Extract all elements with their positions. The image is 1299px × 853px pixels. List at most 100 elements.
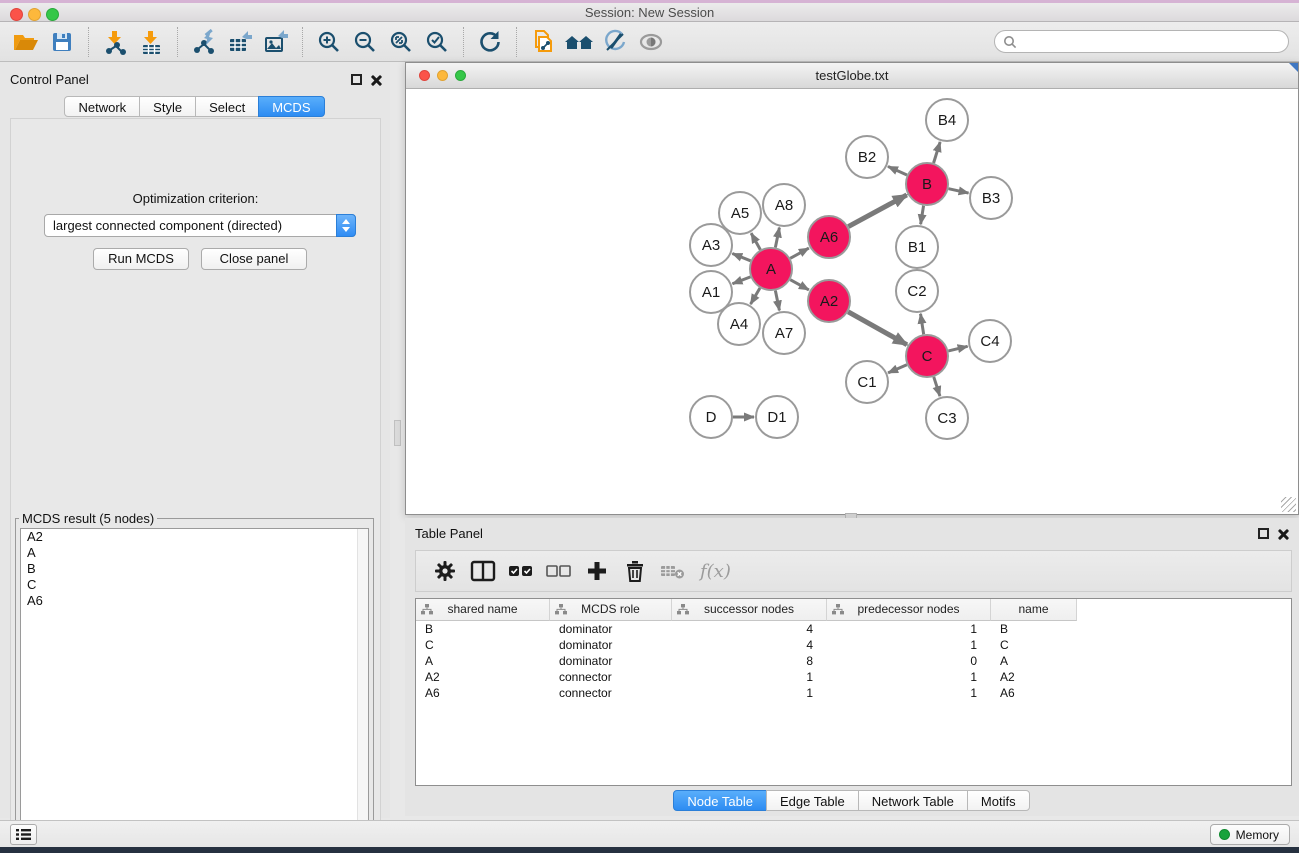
table-cell[interactable]: connector (550, 669, 672, 685)
graph-edge-A-A5[interactable] (751, 233, 760, 250)
table-cell[interactable]: B (416, 621, 550, 637)
eye-button[interactable] (633, 25, 669, 59)
graph-node-A4[interactable]: A4 (718, 303, 760, 345)
run-mcds-button[interactable]: Run MCDS (93, 248, 189, 270)
export-table-button[interactable] (222, 25, 258, 59)
open-session-button[interactable] (8, 25, 44, 59)
table-row[interactable]: Cdominator41C (416, 637, 1291, 653)
tab-network[interactable]: Network (64, 96, 140, 117)
save-session-button[interactable] (44, 25, 80, 59)
table-row[interactable]: A6connector11A6 (416, 685, 1291, 701)
close-panel-button[interactable] (370, 74, 382, 86)
node-table[interactable]: shared nameMCDS rolesuccessor nodesprede… (415, 598, 1292, 786)
tab-node-table[interactable]: Node Table (673, 790, 767, 811)
zoom-out-button[interactable] (347, 25, 383, 59)
graph-node-A7[interactable]: A7 (763, 312, 805, 354)
table-cell[interactable]: A6 (416, 685, 550, 701)
network-canvas[interactable]: B4B2BB3A5A8A6A3B1AA1C2A2A4A7C4CC1C3DD1 (407, 89, 1297, 513)
graph-node-B[interactable]: B (906, 163, 948, 205)
graph-edge-B-B1[interactable] (921, 206, 924, 225)
graph-edge-A-A8[interactable] (775, 228, 779, 248)
graph-node-C3[interactable]: C3 (926, 397, 968, 439)
column-header-shared-name[interactable]: shared name (416, 599, 550, 621)
mcds-result-list[interactable]: A2ABCA6 (20, 528, 369, 846)
graph-node-C2[interactable]: C2 (896, 270, 938, 312)
graph-edge-A-A2[interactable] (790, 280, 809, 290)
delete-table-button[interactable] (656, 554, 690, 588)
table-cell[interactable]: A (416, 653, 550, 669)
table-cell[interactable]: dominator (550, 653, 672, 669)
close-panel-button-2[interactable]: Close panel (201, 248, 307, 270)
graph-node-B1[interactable]: B1 (896, 226, 938, 268)
network-graph[interactable]: B4B2BB3A5A8A6A3B1AA1C2A2A4A7C4CC1C3DD1 (407, 89, 1297, 513)
graph-node-C1[interactable]: C1 (846, 361, 888, 403)
tab-motifs[interactable]: Motifs (967, 790, 1030, 811)
table-cell[interactable]: 1 (827, 637, 991, 653)
mcds-result-item[interactable]: B (21, 561, 368, 577)
add-row-button[interactable] (580, 554, 614, 588)
vertical-split-handle[interactable] (394, 420, 401, 446)
graph-edge-C-C4[interactable] (948, 346, 967, 351)
graph-edge-B-B3[interactable] (948, 189, 968, 193)
table-columns-button[interactable] (466, 554, 500, 588)
column-header-successor-nodes[interactable]: successor nodes (672, 599, 827, 621)
table-cell[interactable]: 0 (827, 653, 991, 669)
table-cell[interactable]: C (991, 637, 1077, 653)
export-network-button[interactable] (186, 25, 222, 59)
column-header-mcds-role[interactable]: MCDS role (550, 599, 672, 621)
table-cell[interactable]: B (991, 621, 1077, 637)
tab-edge-table[interactable]: Edge Table (766, 790, 859, 811)
delete-row-button[interactable] (618, 554, 652, 588)
graph-node-C[interactable]: C (906, 335, 948, 377)
table-row[interactable]: A2connector11A2 (416, 669, 1291, 685)
deselect-all-checkboxes-button[interactable] (542, 554, 576, 588)
table-cell[interactable]: dominator (550, 637, 672, 653)
close-table-panel-button[interactable] (1277, 528, 1289, 540)
select-all-checkboxes-button[interactable] (504, 554, 538, 588)
graph-edge-A6-B[interactable] (848, 195, 906, 227)
graph-edge-A-A3[interactable] (732, 254, 750, 261)
table-row[interactable]: Bdominator41B (416, 621, 1291, 637)
graph-edge-A-A1[interactable] (732, 277, 750, 284)
table-cell[interactable]: connector (550, 685, 672, 701)
tab-select[interactable]: Select (195, 96, 259, 117)
import-network-button[interactable] (97, 25, 133, 59)
table-cell[interactable]: 8 (672, 653, 827, 669)
hide-graphics-details-button[interactable] (597, 25, 633, 59)
table-settings-button[interactable] (428, 554, 462, 588)
graph-node-A[interactable]: A (750, 248, 792, 290)
graph-node-A8[interactable]: A8 (763, 184, 805, 226)
table-cell[interactable]: 1 (827, 621, 991, 637)
table-cell[interactable]: 1 (827, 669, 991, 685)
mcds-result-item[interactable]: A6 (21, 593, 368, 609)
mcds-result-item[interactable]: C (21, 577, 368, 593)
column-header-predecessor-nodes[interactable]: predecessor nodes (827, 599, 991, 621)
graph-node-A6[interactable]: A6 (808, 216, 850, 258)
graph-node-A3[interactable]: A3 (690, 224, 732, 266)
new-network-from-selection-button[interactable] (525, 25, 561, 59)
resize-grip-icon[interactable] (1281, 497, 1296, 512)
zoom-in-button[interactable] (311, 25, 347, 59)
zoom-fit-button[interactable] (383, 25, 419, 59)
export-image-button[interactable] (258, 25, 294, 59)
graph-edge-B-B4[interactable] (934, 142, 941, 163)
graph-edge-A-A4[interactable] (751, 288, 760, 304)
import-table-button[interactable] (133, 25, 169, 59)
graph-edge-C-C3[interactable] (934, 377, 940, 396)
column-header-name[interactable]: name (991, 599, 1077, 621)
graph-edge-A-A6[interactable] (790, 248, 809, 258)
table-cell[interactable]: 1 (827, 685, 991, 701)
graph-node-A5[interactable]: A5 (719, 192, 761, 234)
table-cell[interactable]: A6 (991, 685, 1077, 701)
graph-node-B3[interactable]: B3 (970, 177, 1012, 219)
table-cell[interactable]: 4 (672, 637, 827, 653)
graph-edge-C-C1[interactable] (888, 365, 907, 373)
zoom-selected-button[interactable] (419, 25, 455, 59)
graph-node-C4[interactable]: C4 (969, 320, 1011, 362)
tab-style[interactable]: Style (139, 96, 196, 117)
table-cell[interactable]: 1 (672, 669, 827, 685)
float-table-panel-button[interactable] (1258, 528, 1269, 539)
home-button[interactable] (561, 25, 597, 59)
tab-mcds[interactable]: MCDS (258, 96, 324, 117)
function-builder-button[interactable]: f(x) (700, 561, 731, 582)
